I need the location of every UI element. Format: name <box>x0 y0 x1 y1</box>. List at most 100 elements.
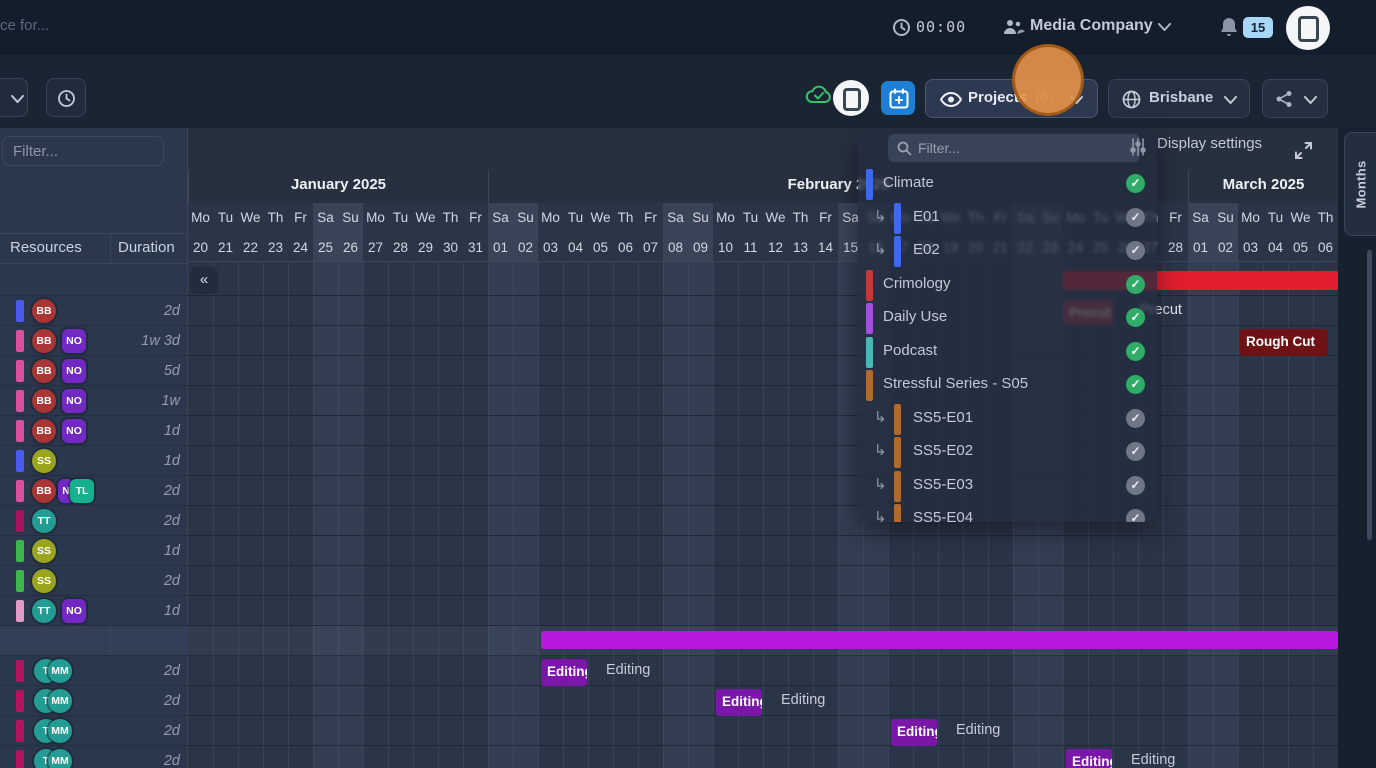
visibility-check-icon[interactable]: ✓ <box>1126 174 1145 193</box>
calendar-add-button[interactable] <box>881 81 915 115</box>
visibility-check-icon[interactable]: ✓ <box>1126 476 1145 495</box>
visibility-check-icon[interactable]: ✓ <box>1126 275 1145 294</box>
day-date-cell[interactable]: 31 <box>463 233 488 263</box>
time-settings-button[interactable] <box>46 78 86 117</box>
day-date-cell[interactable]: 20 <box>188 233 213 263</box>
day-date-cell[interactable]: 12 <box>763 233 788 263</box>
day-date-cell[interactable]: 11 <box>738 233 763 263</box>
day-date-cell[interactable]: 21 <box>213 233 238 263</box>
resource-row[interactable] <box>0 262 188 296</box>
project-item[interactable]: Daily Use✓ <box>858 302 1157 335</box>
task-bar[interactable]: Editing <box>716 689 762 716</box>
day-date-cell[interactable]: 26 <box>338 233 363 263</box>
project-item[interactable]: Crimology✓ <box>858 269 1157 302</box>
visibility-check-icon[interactable]: ✓ <box>1126 308 1145 327</box>
resources-column-header[interactable]: Resources <box>10 234 82 262</box>
project-item[interactable]: Stressful Series - S05✓ <box>858 369 1157 402</box>
day-date-cell[interactable]: 23 <box>263 233 288 263</box>
project-item[interactable]: ↳SS5-E04✓ <box>858 503 1157 522</box>
day-date-cell[interactable]: 14 <box>813 233 838 263</box>
day-date-cell[interactable]: 08 <box>663 233 688 263</box>
day-date-cell[interactable]: 28 <box>388 233 413 263</box>
collapse-toolbar-button[interactable] <box>0 78 28 117</box>
location-dropdown-button[interactable]: Brisbane <box>1108 79 1250 118</box>
visibility-check-icon[interactable]: ✓ <box>1126 442 1145 461</box>
day-date-cell[interactable]: 05 <box>588 233 613 263</box>
resource-row[interactable]: SS2d <box>0 566 188 596</box>
resource-row[interactable]: TMM2d <box>0 656 188 686</box>
company-switcher[interactable]: Media Company <box>1030 17 1153 35</box>
resource-row[interactable]: BBNO1d <box>0 416 188 446</box>
column-divider[interactable] <box>110 234 111 263</box>
visibility-check-icon[interactable]: ✓ <box>1126 241 1145 260</box>
task-bar[interactable]: Editing <box>541 659 587 686</box>
resource-row[interactable]: TTNO1d <box>0 596 188 626</box>
day-date-cell[interactable]: 27 <box>363 233 388 263</box>
day-date-cell[interactable]: 30 <box>438 233 463 263</box>
task-bar[interactable]: Editing <box>1066 749 1112 768</box>
resource-filter-input[interactable]: Filter... <box>2 136 164 166</box>
filter-fields-icon[interactable] <box>1130 138 1146 156</box>
avatar[interactable] <box>1286 6 1330 50</box>
visibility-check-icon[interactable]: ✓ <box>1126 208 1145 227</box>
project-item[interactable]: ↳E01✓ <box>858 202 1157 235</box>
vertical-scrollbar[interactable] <box>1367 250 1372 540</box>
resource-row[interactable]: TMM2d <box>0 686 188 716</box>
visibility-check-icon[interactable]: ✓ <box>1126 509 1145 522</box>
resource-row[interactable]: BB2d <box>0 296 188 326</box>
day-date-cell[interactable]: 05 <box>1288 233 1313 263</box>
resource-row[interactable]: SS1d <box>0 446 188 476</box>
visibility-check-icon[interactable]: ✓ <box>1126 375 1145 394</box>
task-bar[interactable]: Editing <box>891 719 937 746</box>
avatar[interactable] <box>833 80 869 116</box>
day-date-cell[interactable]: 03 <box>538 233 563 263</box>
project-item[interactable]: ↳E02✓ <box>858 235 1157 268</box>
project-item[interactable]: ↳SS5-E01✓ <box>858 403 1157 436</box>
fullscreen-icon[interactable] <box>1294 141 1313 160</box>
duration-column-header[interactable]: Duration <box>118 234 175 262</box>
day-date-cell[interactable]: 28 <box>1163 233 1188 263</box>
display-settings-button[interactable]: Display settings <box>1157 135 1262 152</box>
resource-row[interactable]: SS1d <box>0 536 188 566</box>
day-date-cell[interactable]: 02 <box>513 233 538 263</box>
day-date-cell[interactable]: 29 <box>413 233 438 263</box>
bell-icon[interactable] <box>1219 16 1239 39</box>
day-date-cell[interactable]: 01 <box>1188 233 1213 263</box>
day-date-cell[interactable]: 13 <box>788 233 813 263</box>
project-item[interactable]: ↳SS5-E02✓ <box>858 436 1157 469</box>
resource-row[interactable]: TT2d <box>0 506 188 536</box>
day-date-cell[interactable]: 02 <box>1213 233 1238 263</box>
project-item[interactable]: ↳SS5-E03✓ <box>858 470 1157 503</box>
day-date-cell[interactable]: 04 <box>563 233 588 263</box>
day-date-cell[interactable]: 03 <box>1238 233 1263 263</box>
resource-row[interactable]: BBNO1w <box>0 386 188 416</box>
task-bar[interactable] <box>541 631 1338 649</box>
collapse-panel-button[interactable]: « <box>190 267 218 294</box>
resource-row[interactable]: BBNTL2d <box>0 476 188 506</box>
day-date-cell[interactable]: 06 <box>613 233 638 263</box>
day-date-cell[interactable]: 01 <box>488 233 513 263</box>
chevron-down-icon[interactable] <box>1158 23 1171 31</box>
task-bar[interactable]: Rough Cut <box>1240 329 1328 356</box>
day-date-cell[interactable]: 10 <box>713 233 738 263</box>
project-item[interactable]: Podcast✓ <box>858 336 1157 369</box>
day-date-cell[interactable]: 25 <box>313 233 338 263</box>
projects-filter-input[interactable]: Filter... <box>888 134 1140 162</box>
day-date-cell[interactable]: 09 <box>688 233 713 263</box>
group-row[interactable] <box>0 626 188 656</box>
visibility-check-icon[interactable]: ✓ <box>1126 409 1145 428</box>
resource-row[interactable]: TMM2d <box>0 716 188 746</box>
day-date-cell[interactable]: 24 <box>288 233 313 263</box>
notification-badge[interactable]: 15 <box>1243 17 1273 38</box>
visibility-check-icon[interactable]: ✓ <box>1126 342 1145 361</box>
day-date-cell[interactable]: 07 <box>638 233 663 263</box>
day-date-cell[interactable]: 04 <box>1263 233 1288 263</box>
resource-row[interactable]: BBNO1w 3d <box>0 326 188 356</box>
project-item[interactable]: Climate✓ <box>858 168 1157 201</box>
day-date-cell[interactable]: 06 <box>1313 233 1338 263</box>
tab-months[interactable]: Months <box>1344 132 1376 236</box>
resource-row[interactable]: BBNO5d <box>0 356 188 386</box>
resource-row[interactable]: TMM2d <box>0 746 188 768</box>
day-date-cell[interactable]: 22 <box>238 233 263 263</box>
share-dropdown-button[interactable] <box>1262 79 1328 118</box>
